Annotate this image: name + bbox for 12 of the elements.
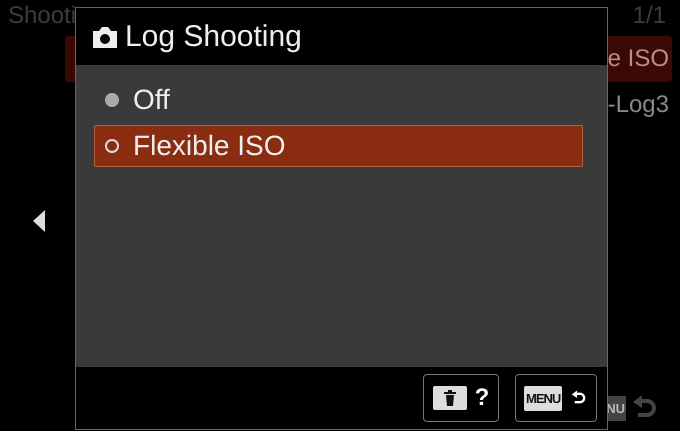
setting-value: -Log3 [608,91,669,119]
left-arrow-icon[interactable] [33,210,45,232]
camera-icon [91,24,119,48]
menu-back-button[interactable]: MENU [515,374,597,422]
menu-title: Shooti [8,2,76,31]
option-item[interactable]: Flexible ISO [94,125,583,167]
delete-help-button[interactable]: ? [423,374,499,422]
setting-value: e ISO [608,45,669,73]
trash-icon [432,386,467,410]
page-indicator: 1/1 [632,2,666,31]
option-item[interactable]: Off [94,79,583,121]
dialog-title: Log Shooting [125,20,302,54]
